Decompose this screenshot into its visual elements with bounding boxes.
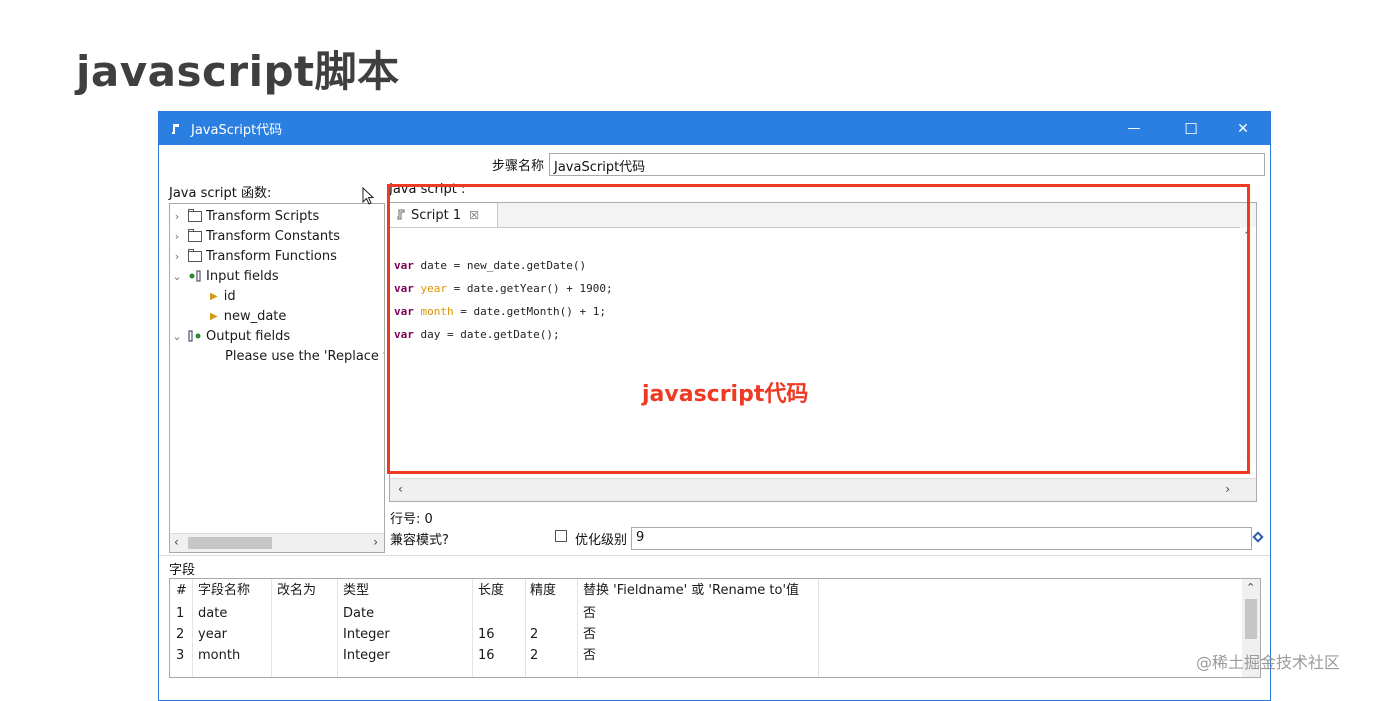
- output-fields-icon: [188, 330, 201, 342]
- highlight-box: [387, 184, 1250, 474]
- field-name-cell[interactable]: year: [198, 624, 227, 645]
- tree-item-label: new_date: [223, 308, 287, 324]
- code-annotation: javascript代码: [642, 382, 809, 407]
- type-cell[interactable]: Integer: [343, 645, 390, 666]
- tree-item-label: Output fields: [206, 328, 291, 344]
- tree-item-transform-constants[interactable]: › Transform Constants: [170, 226, 340, 246]
- fields-table[interactable]: # 字段名称 改名为 类型 长度 精度 替换 'Fieldname' 或 'Re…: [169, 578, 1261, 678]
- optimize-label: 优化级别: [575, 533, 628, 548]
- close-button[interactable]: ✕: [1217, 112, 1269, 145]
- minimize-icon: —: [1127, 121, 1141, 136]
- title-bar[interactable]: JavaScript代码 — ☐ ✕: [159, 112, 1270, 145]
- tree-item-id[interactable]: ▶ id: [210, 286, 236, 306]
- folder-icon: [188, 208, 202, 222]
- chevron-down-icon[interactable]: ⌄: [170, 270, 184, 283]
- column-header[interactable]: #: [176, 580, 187, 601]
- tree-item-label: Please use the 'Replace v: [225, 348, 385, 364]
- step-name-label: 步骤名称: [492, 159, 545, 174]
- length-cell[interactable]: 16: [478, 624, 495, 645]
- functions-label: Java script 函数:: [169, 186, 272, 201]
- tree-item-label: id: [223, 288, 236, 304]
- variable-icon[interactable]: [1252, 531, 1264, 543]
- javascript-dialog: JavaScript代码 — ☐ ✕ 步骤名称 JavaScript代码 Jav…: [158, 111, 1271, 701]
- compat-mode-label: 兼容模式?: [390, 533, 449, 548]
- precision-cell[interactable]: 2: [530, 624, 538, 645]
- maximize-icon: ☐: [1184, 119, 1198, 138]
- column-header[interactable]: 长度: [478, 580, 504, 601]
- column-divider: [271, 579, 272, 677]
- type-cell[interactable]: Integer: [343, 624, 390, 645]
- chevron-right-icon[interactable]: ›: [170, 230, 184, 243]
- replace-cell[interactable]: 否: [583, 624, 596, 645]
- scroll-thumb[interactable]: [1245, 599, 1257, 639]
- column-divider: [192, 579, 193, 677]
- tree-item-input-fields[interactable]: ⌄ Input fields: [170, 266, 279, 286]
- chevron-right-icon[interactable]: ›: [170, 250, 184, 263]
- column-header[interactable]: 字段名称: [198, 580, 250, 601]
- field-triangle-icon: ▶: [210, 290, 218, 302]
- column-divider: [577, 579, 578, 677]
- length-cell[interactable]: 16: [478, 645, 495, 666]
- fields-label: 字段: [169, 563, 196, 578]
- folder-icon: [188, 248, 202, 262]
- tree-item-label: Transform Constants: [206, 228, 341, 244]
- scroll-thumb[interactable]: [188, 537, 272, 549]
- script-icon: [172, 123, 179, 134]
- scroll-left-icon[interactable]: ‹: [174, 535, 179, 549]
- scroll-right-icon[interactable]: ›: [373, 535, 378, 549]
- scroll-up-icon[interactable]: ⌃: [1246, 581, 1255, 594]
- row-number: 2: [176, 627, 185, 642]
- editor-horizontal-scrollbar[interactable]: ‹ ›: [390, 478, 1256, 501]
- column-header[interactable]: 改名为: [277, 580, 316, 601]
- chevron-right-icon[interactable]: ›: [170, 210, 184, 223]
- row-number: 1: [176, 606, 185, 621]
- column-divider: [472, 579, 473, 677]
- column-header[interactable]: 替换 'Fieldname' 或 'Rename to'值: [583, 580, 799, 601]
- tree-item-transform-scripts[interactable]: › Transform Scripts: [170, 206, 319, 226]
- tree-item-label: Transform Scripts: [206, 208, 320, 224]
- type-cell[interactable]: Date: [343, 603, 374, 624]
- replace-cell[interactable]: 否: [583, 603, 596, 624]
- precision-cell[interactable]: 2: [530, 645, 538, 666]
- chevron-down-icon[interactable]: ⌄: [170, 330, 184, 343]
- field-name-cell[interactable]: month: [198, 645, 240, 666]
- column-divider: [337, 579, 338, 677]
- watermark: @稀土掘金技术社区: [1196, 653, 1341, 672]
- tree-item-note: Please use the 'Replace v: [225, 346, 385, 366]
- scroll-right-icon[interactable]: ›: [1225, 482, 1230, 496]
- function-tree[interactable]: › Transform Scripts › Transform Constant…: [169, 203, 385, 553]
- tree-item-label: Input fields: [206, 268, 279, 284]
- slide-title: javascript脚本: [76, 47, 400, 96]
- replace-cell[interactable]: 否: [583, 645, 596, 666]
- optimize-level-input[interactable]: 9: [631, 527, 1252, 550]
- folder-icon: [188, 228, 202, 242]
- step-name-input[interactable]: JavaScript代码: [549, 153, 1265, 176]
- tree-item-label: Transform Functions: [206, 248, 337, 264]
- column-header[interactable]: 精度: [530, 580, 556, 601]
- field-triangle-icon: ▶: [210, 310, 218, 322]
- tree-item-output-fields[interactable]: ⌄ Output fields: [170, 326, 290, 346]
- mouse-cursor-icon: [362, 187, 374, 205]
- column-divider: [818, 579, 819, 677]
- window-title: JavaScript代码: [191, 123, 283, 138]
- minimize-button[interactable]: —: [1108, 112, 1160, 145]
- field-name-cell[interactable]: date: [198, 603, 227, 624]
- compat-mode-checkbox[interactable]: [555, 530, 567, 542]
- tree-item-transform-functions[interactable]: › Transform Functions: [170, 246, 337, 266]
- scroll-left-icon[interactable]: ‹: [398, 482, 403, 496]
- input-fields-icon: [189, 270, 201, 282]
- maximize-button[interactable]: ☐: [1165, 112, 1217, 145]
- tree-horizontal-scrollbar[interactable]: ‹ ›: [170, 533, 384, 552]
- close-icon: ✕: [1237, 120, 1249, 137]
- line-number-label: 行号: 0: [390, 512, 433, 527]
- column-header[interactable]: 类型: [343, 580, 369, 601]
- row-number: 3: [176, 648, 185, 663]
- column-divider: [525, 579, 526, 677]
- tree-item-new-date[interactable]: ▶ new_date: [210, 306, 286, 326]
- divider: [159, 555, 1270, 556]
